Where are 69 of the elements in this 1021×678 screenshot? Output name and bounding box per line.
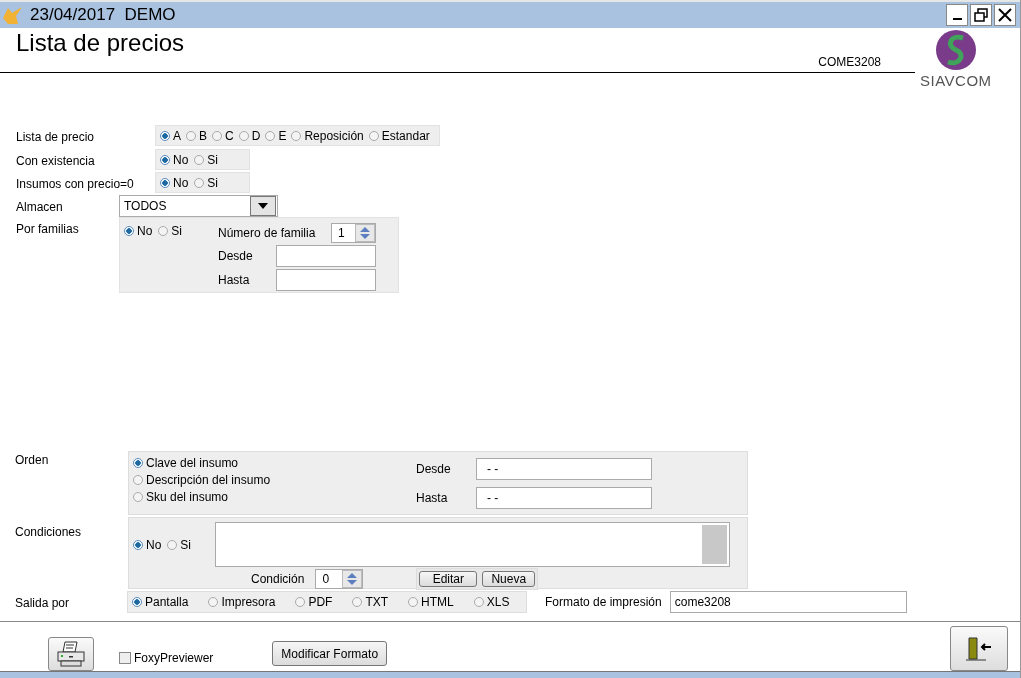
field-label: Desde [416,461,452,476]
radio-option[interactable]: Estandar [368,128,430,143]
text-area[interactable] [215,522,730,568]
window-title: 23/04/2017 DEMO [30,4,176,25]
field-label: Almacen [15,199,64,215]
input-field[interactable] [276,269,376,292]
print-button[interactable] [48,636,94,671]
input-field[interactable]: come3208 [669,591,907,614]
close-icon [998,7,1012,22]
radio-option[interactable]: Si [158,224,182,239]
printer-icon [55,639,87,668]
restore-icon [974,7,988,22]
field-label: Número de familia [218,226,316,241]
page-title: Lista de precios [16,28,186,57]
field-label: Desde [218,249,254,264]
radio-option[interactable]: B [186,128,208,143]
field-label: Salida por [14,595,71,611]
radio-option[interactable]: No [160,175,189,190]
radio-option[interactable]: Si [167,522,191,568]
field-label: Lista de precio [15,129,96,145]
input-field[interactable]: - - [476,457,652,480]
spinner-arrows-icon[interactable] [342,570,363,589]
warehouse-dropdown[interactable]: TODOS [119,195,278,218]
minimize-button[interactable] [946,3,968,26]
field-label: Formato de impresión [545,595,662,610]
scrollbar[interactable] [702,525,727,565]
exit-button[interactable] [950,626,1008,672]
radio-option[interactable]: No [133,522,162,568]
form-code: COME3208 [818,54,881,69]
radio-option[interactable]: Descripción del insumo [133,473,410,488]
radio-option[interactable]: Sku del insumo [133,490,410,505]
close-button[interactable] [994,3,1016,26]
radio-option[interactable]: Si [194,152,218,167]
field-label: Orden [14,452,50,468]
field-label: Condiciones [14,524,83,540]
radio-option[interactable]: Pantalla [132,595,189,610]
radio-option[interactable]: Impresora [208,595,276,610]
radio-option[interactable]: No [160,152,189,167]
radio-option[interactable]: Reposición [291,128,364,143]
field-label: Por familias [15,221,80,237]
action-button[interactable]: Editar [419,571,478,588]
modify-format-button[interactable]: Modificar Formato [272,641,388,667]
field-label: Insumos con precio=0 [15,176,135,192]
radio-option[interactable]: E [265,128,287,143]
action-button[interactable]: Nueva [482,571,536,588]
radio-option[interactable]: HTML [408,595,454,610]
spinner-arrows-icon[interactable] [355,224,375,243]
radio-option[interactable]: D [238,128,261,143]
foxypreviewer-checkbox[interactable]: FoxyPreviewer [119,650,214,665]
radio-option[interactable]: XLS [473,595,510,610]
radio-option[interactable]: TXT [352,595,389,610]
field-label: Hasta [416,490,449,505]
field-label: Condición [251,572,305,587]
input-field[interactable] [276,245,376,268]
number-spinner[interactable]: 1 [331,223,376,244]
field-label: Con existencia [15,153,96,169]
field-label: Hasta [218,273,251,288]
radio-option[interactable]: Clave del insumo [133,456,410,471]
radio-option[interactable]: C [212,128,234,143]
restore-button[interactable] [970,3,992,26]
minimize-icon [952,18,962,21]
number-spinner[interactable]: 0 [315,569,364,590]
input-field[interactable]: - - [476,486,652,509]
radio-option[interactable]: A [160,128,181,143]
radio-option[interactable]: No [124,224,153,239]
radio-option[interactable]: PDF [295,595,333,610]
radio-option[interactable]: Si [194,175,218,190]
logo-text: SIAVCOM [920,71,992,89]
door-exit-icon [964,634,994,663]
